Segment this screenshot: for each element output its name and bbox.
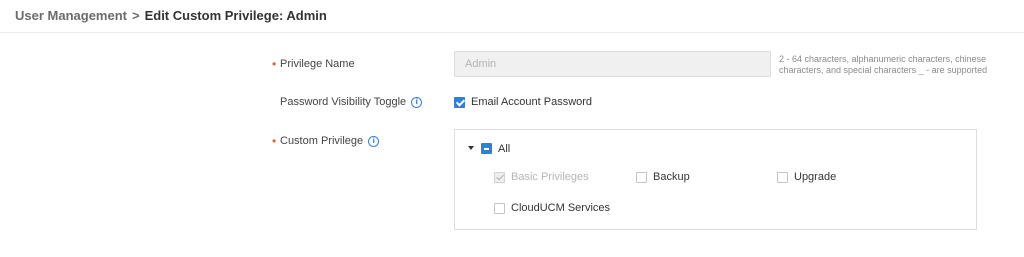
page-title: Edit Custom Privilege: Admin bbox=[144, 8, 327, 23]
clouducm-services-label: CloudUCM Services bbox=[511, 202, 611, 214]
custom-privilege-label: • Custom Privilege i bbox=[272, 134, 380, 148]
privilege-name-hint: 2 - 64 characters, alphanumeric characte… bbox=[779, 54, 988, 75]
email-account-password-checkbox[interactable] bbox=[454, 97, 465, 108]
info-icon[interactable]: i bbox=[368, 135, 380, 147]
clouducm-services-checkbox[interactable] bbox=[494, 203, 505, 214]
info-icon[interactable]: i bbox=[411, 96, 423, 108]
password-visibility-label: Password Visibility Toggle i bbox=[280, 96, 423, 108]
breadcrumb: User Management > Edit Custom Privilege: A… bbox=[15, 8, 327, 23]
backup-checkbox[interactable] bbox=[636, 172, 647, 183]
all-privileges-label: All bbox=[498, 143, 511, 155]
upgrade-checkbox[interactable] bbox=[777, 172, 788, 183]
password-visibility-label-text: Password Visibility Toggle bbox=[280, 96, 407, 108]
header-bar: User Management > Edit Custom Privilege: A… bbox=[0, 0, 1024, 33]
privilege-name-label: • Privilege Name bbox=[272, 58, 355, 70]
breadcrumb-separator: > bbox=[131, 8, 140, 23]
custom-privilege-label-text: Custom Privilege bbox=[280, 135, 364, 147]
privilege-name-label-text: Privilege Name bbox=[280, 58, 355, 70]
required-marker: • bbox=[272, 57, 277, 71]
upgrade-label: Upgrade bbox=[794, 171, 837, 183]
all-privileges-checkbox[interactable] bbox=[481, 143, 492, 154]
basic-privileges-label: Basic Privileges bbox=[511, 171, 589, 183]
basic-privileges-checkbox bbox=[494, 172, 505, 183]
caret-down-icon[interactable] bbox=[468, 146, 474, 150]
backup-label: Backup bbox=[653, 171, 690, 183]
breadcrumb-user-management-link[interactable]: User Management bbox=[15, 8, 127, 23]
privilege-name-input[interactable]: Admin bbox=[454, 51, 771, 77]
required-marker: • bbox=[272, 134, 277, 148]
email-account-password-label: Email Account Password bbox=[471, 96, 593, 108]
